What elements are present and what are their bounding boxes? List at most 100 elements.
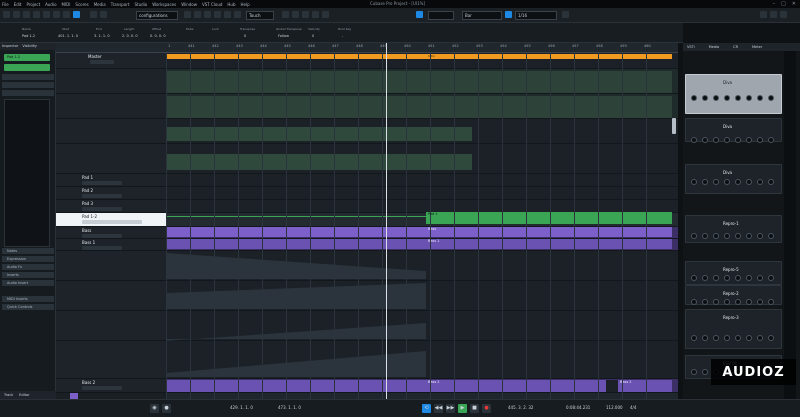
knob[interactable]: [724, 299, 730, 305]
section-quick-controls[interactable]: Quick Controls: [2, 304, 54, 310]
instrument-slot[interactable]: Diva: [685, 164, 782, 194]
activate-project-icon[interactable]: [3, 11, 10, 18]
knob[interactable]: [735, 233, 741, 239]
time-display[interactable]: 0:08:44.231: [566, 405, 590, 410]
settings-icon[interactable]: [780, 11, 787, 18]
track-button[interactable]: [82, 194, 122, 198]
track-lane[interactable]: [56, 311, 166, 341]
knob[interactable]: [713, 95, 719, 101]
knob[interactable]: [746, 275, 752, 281]
knob[interactable]: [757, 179, 763, 185]
marker-event[interactable]: Intro: [166, 54, 672, 59]
project-cursor[interactable]: [386, 43, 387, 399]
knob[interactable]: [746, 335, 752, 341]
knob[interactable]: [691, 335, 697, 341]
inspector-row[interactable]: [2, 82, 54, 88]
track-button[interactable]: [82, 181, 122, 185]
track-button[interactable]: [82, 220, 142, 224]
line-tool-icon[interactable]: [302, 11, 309, 18]
vertical-scrollbar-thumb[interactable]: [672, 118, 676, 134]
knob[interactable]: [746, 233, 752, 239]
track-master[interactable]: Master: [56, 53, 166, 69]
pad-automation-region[interactable]: [166, 154, 472, 170]
track-button[interactable]: [82, 207, 122, 211]
tab-track[interactable]: Track: [4, 393, 13, 397]
menu-window[interactable]: Window: [181, 2, 197, 7]
knob[interactable]: [713, 275, 719, 281]
menu-help[interactable]: Help: [241, 2, 250, 7]
left-locator-display[interactable]: 429. 1. 1. 0: [230, 405, 253, 410]
track-lane[interactable]: [56, 251, 166, 281]
knob[interactable]: [746, 137, 752, 143]
instrument-slot[interactable]: Diva: [685, 74, 782, 114]
knob[interactable]: [702, 137, 708, 143]
knob[interactable]: [691, 233, 697, 239]
track-lane[interactable]: [56, 119, 166, 144]
knob[interactable]: [746, 179, 752, 185]
range-tool-icon[interactable]: [194, 11, 201, 18]
maximize-icon[interactable]: □: [781, 1, 786, 7]
knob[interactable]: [768, 335, 774, 341]
track-lane[interactable]: [56, 281, 166, 311]
track-bass[interactable]: Bass: [56, 227, 166, 239]
inspector-output-routing[interactable]: [4, 64, 50, 71]
instrument-slot[interactable]: Repro-1: [685, 215, 782, 243]
knob[interactable]: [691, 369, 697, 375]
knob[interactable]: [768, 299, 774, 305]
menu-file[interactable]: File: [2, 2, 9, 7]
info-value-name[interactable]: Pad 1-2: [22, 34, 35, 38]
record-mode-icon[interactable]: ●: [162, 404, 171, 413]
info-value-velocity[interactable]: 0: [312, 34, 314, 38]
play-tool-icon[interactable]: [312, 11, 319, 18]
knob[interactable]: [746, 299, 752, 305]
knob[interactable]: [746, 95, 752, 101]
knob[interactable]: [702, 233, 708, 239]
info-value-transpose[interactable]: 0: [244, 34, 246, 38]
info-value-offset[interactable]: 0. 0. 0. 0: [150, 34, 166, 38]
knob[interactable]: [702, 369, 708, 375]
track-bass-2[interactable]: Bass 2: [56, 379, 166, 393]
instrument-slot[interactable]: Repro-3: [685, 309, 782, 349]
knob[interactable]: [724, 335, 730, 341]
undo-icon[interactable]: [90, 11, 97, 18]
tab-cr[interactable]: CR: [733, 45, 738, 49]
section-audio-fx[interactable]: Audio Fx: [2, 264, 54, 270]
menu-transport[interactable]: Transport: [111, 2, 130, 7]
tab-vsti[interactable]: VSTi: [687, 45, 695, 49]
knob[interactable]: [691, 95, 697, 101]
section-expression[interactable]: Expression: [2, 256, 54, 262]
track-pad-2[interactable]: Pad 2: [56, 187, 166, 200]
rack-icon[interactable]: [770, 11, 777, 18]
tab-meter[interactable]: Meter: [752, 45, 762, 49]
left-zone-icon[interactable]: [33, 11, 40, 18]
track-lane[interactable]: [56, 144, 166, 174]
signature-display[interactable]: 4/4: [630, 405, 636, 410]
ruler[interactable]: 1 441 442 443 444 445 446 447 448 449 45…: [166, 43, 678, 53]
info-value-root-key[interactable]: -: [342, 34, 343, 38]
menu-midi[interactable]: MIDI: [62, 2, 71, 7]
knob[interactable]: [757, 233, 763, 239]
track-button[interactable]: [82, 246, 122, 250]
menu-scores[interactable]: Scores: [75, 2, 88, 7]
knob[interactable]: [724, 275, 730, 281]
knob[interactable]: [724, 95, 730, 101]
knob[interactable]: [768, 275, 774, 281]
lane-pad-1[interactable]: [166, 174, 678, 187]
info-value-end[interactable]: 3. 1. 1. 0: [94, 34, 110, 38]
menu-vst-cloud[interactable]: VST Cloud: [202, 2, 222, 7]
knob[interactable]: [691, 179, 697, 185]
knob[interactable]: [691, 275, 697, 281]
comp-tool-icon[interactable]: [322, 11, 329, 18]
knob[interactable]: [724, 179, 730, 185]
snap-type-select[interactable]: [428, 11, 454, 20]
knob[interactable]: [702, 275, 708, 281]
info-value-start[interactable]: 401. 1. 1. 0: [58, 34, 78, 38]
knob[interactable]: [735, 137, 741, 143]
knob[interactable]: [757, 137, 763, 143]
track-pad-1-2-selected[interactable]: Pad 1-2: [56, 213, 166, 227]
tab-visibility[interactable]: Visibility: [22, 44, 37, 49]
mute-tool-icon[interactable]: [282, 11, 289, 18]
knob[interactable]: [702, 335, 708, 341]
minimize-icon[interactable]: –: [773, 1, 776, 7]
bass-1-event[interactable]: Bass 1: [166, 239, 672, 249]
